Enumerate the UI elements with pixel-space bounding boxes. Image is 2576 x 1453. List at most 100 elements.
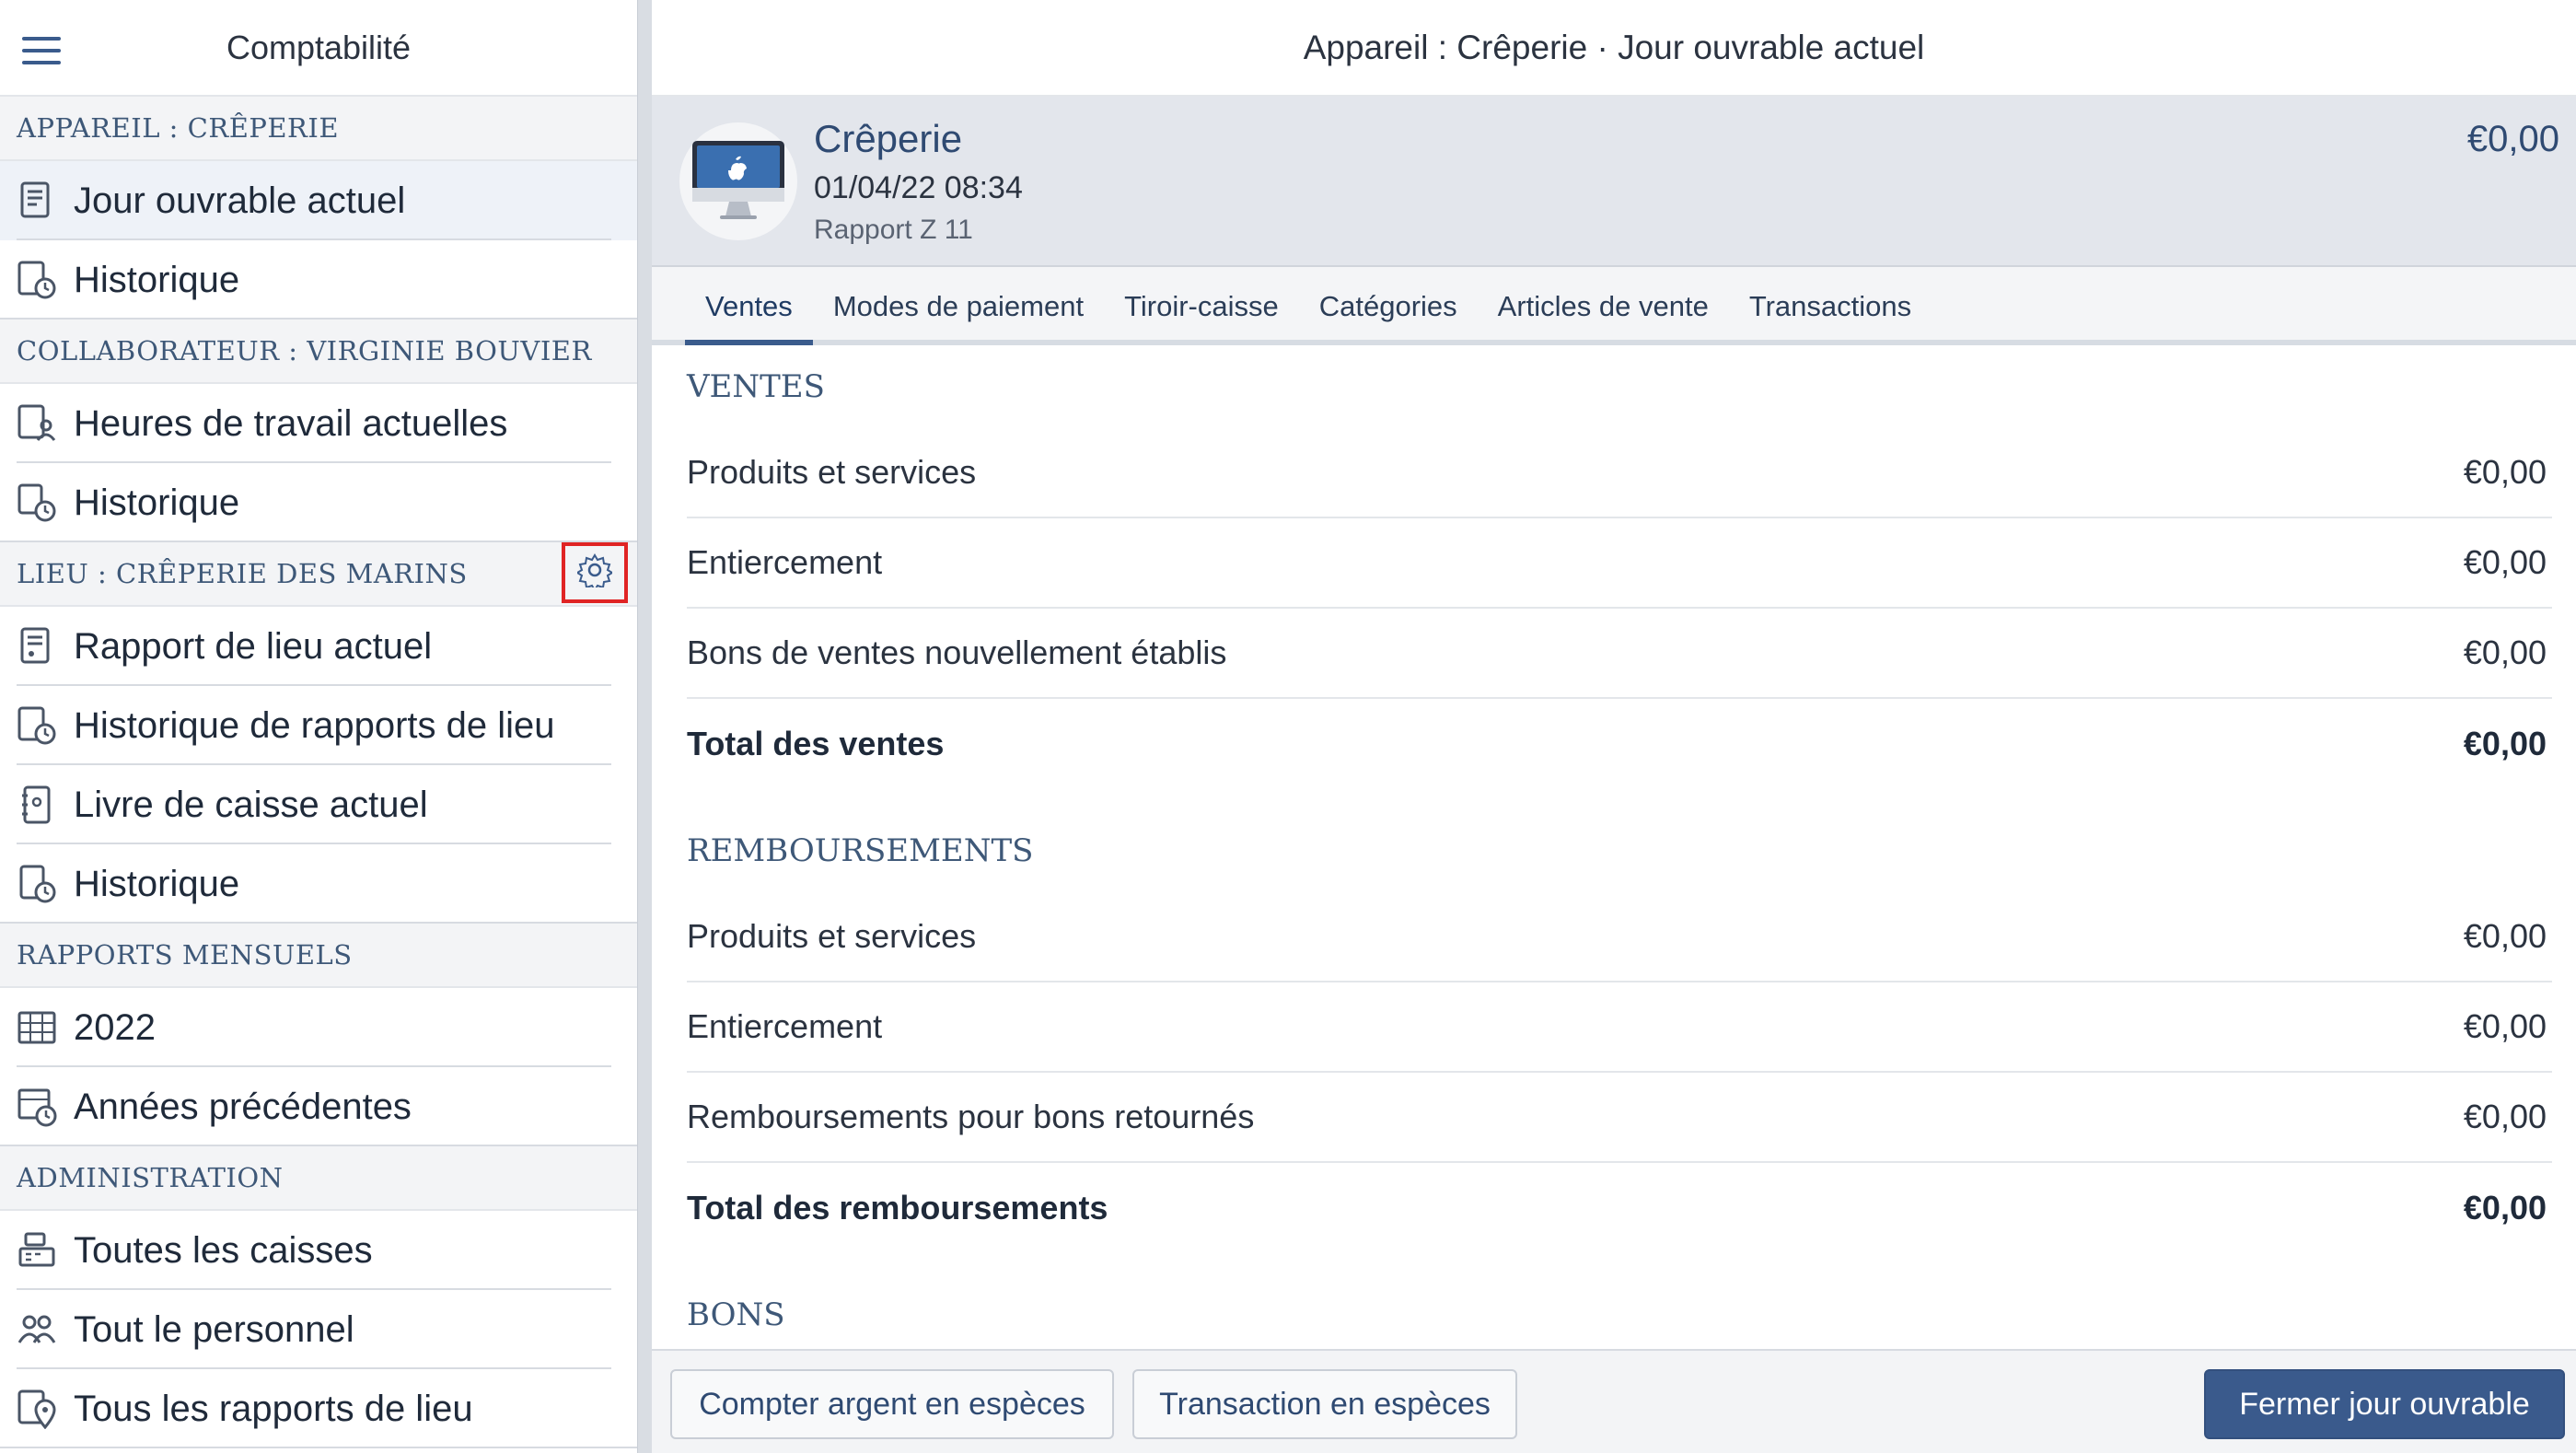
pane-divider[interactable]	[637, 0, 652, 1453]
sidebar-item-label: Rapport de lieu actuel	[74, 625, 433, 667]
close-workday-button[interactable]: Fermer jour ouvrable	[2204, 1369, 2565, 1439]
calendar-icon	[17, 1007, 57, 1048]
sidebar-item-current-workday[interactable]: Jour ouvrable actuel	[0, 161, 637, 240]
group-title-sales: VENTES	[687, 368, 825, 405]
receipt-history-icon	[17, 260, 57, 300]
location-report-icon	[17, 626, 57, 667]
sidebar-item-all-location-reports[interactable]: Tous les rapports de lieu	[0, 1369, 637, 1448]
sidebar-item-current-cashbook[interactable]: Livre de caisse actuel	[0, 765, 637, 844]
report-content[interactable]: VENTES Produits et services €0,00 Entier…	[652, 345, 2576, 1349]
row-label: Bons de ventes nouvellement établis	[687, 634, 1227, 671]
device-header: Crêperie 01/04/22 08:34 Rapport Z 11 €0,…	[652, 97, 2576, 267]
table-row: Produits et services €0,00	[687, 892, 2552, 982]
sidebar-item-current-work-hours[interactable]: Heures de travail actuelles	[0, 384, 637, 463]
sidebar-item-label: Années précédentes	[74, 1086, 412, 1127]
device-amount: €0,00	[2466, 119, 2559, 159]
section-header-device: APPAREIL : CRÊPERIE	[0, 97, 637, 161]
count-cash-button[interactable]: Compter argent en espèces	[670, 1369, 1114, 1439]
sidebar-item-label: Historique	[74, 259, 240, 300]
sidebar-item-label: Tout le personnel	[74, 1308, 354, 1350]
device-report-number: Rapport Z 11	[814, 215, 973, 245]
section-header-location: LIEU : CRÊPERIE DES MARINS	[0, 542, 637, 607]
gear-icon	[575, 552, 614, 594]
sidebar: Comptabilité APPAREIL : CRÊPERIE Jour ou…	[0, 0, 637, 1453]
total-value: €0,00	[2463, 725, 2547, 762]
device-name: Crêperie	[814, 117, 963, 160]
row-label: Remboursements pour bons retournés	[687, 1098, 1255, 1135]
action-bar: Compter argent en espèces Transaction en…	[652, 1349, 2576, 1453]
sidebar-item-all-registers[interactable]: Toutes les caisses	[0, 1211, 637, 1290]
tab-sales[interactable]: Ventes	[685, 273, 813, 345]
sidebar-item-label: Historique	[74, 482, 240, 523]
sidebar-header: Comptabilité	[0, 0, 637, 97]
location-settings-button[interactable]	[562, 542, 628, 603]
total-label: Total des remboursements	[687, 1189, 1108, 1226]
total-label: Total des ventes	[687, 725, 945, 762]
tab-transactions[interactable]: Transactions	[1729, 273, 1932, 345]
section-header-location-label: LIEU : CRÊPERIE DES MARINS	[17, 558, 468, 589]
section-header-administration: ADMINISTRATION	[0, 1146, 637, 1211]
section-header-employee: COLLABORATEUR : VIRGINIE BOUVIER	[0, 320, 637, 384]
tab-categories[interactable]: Catégories	[1299, 273, 1478, 345]
sidebar-item-label: Livre de caisse actuel	[74, 784, 428, 825]
cashbook-icon	[17, 785, 57, 825]
cashbook-history-icon	[17, 864, 57, 904]
row-value: €0,00	[2463, 453, 2547, 491]
sidebar-title: Comptabilité	[226, 28, 412, 66]
location-pin-icon	[17, 1389, 57, 1429]
table-row: Bons de ventes nouvellement établis €0,0…	[687, 609, 2552, 699]
row-value: €0,00	[2463, 634, 2547, 671]
location-history-icon	[17, 705, 57, 746]
tab-sale-items[interactable]: Articles de vente	[1478, 273, 1729, 345]
row-label: Produits et services	[687, 453, 977, 491]
tab-cash-drawer[interactable]: Tiroir-caisse	[1104, 273, 1299, 345]
row-value: €0,00	[2463, 1007, 2547, 1045]
row-value: €0,00	[2463, 543, 2547, 581]
sidebar-item-cashbook-history[interactable]: Historique	[0, 844, 637, 924]
section-header-monthly-reports: RAPPORTS MENSUELS	[0, 924, 637, 988]
sidebar-item-label: Historique	[74, 863, 240, 904]
table-row: Entiercement €0,00	[687, 982, 2552, 1073]
sidebar-item-current-location-report[interactable]: Rapport de lieu actuel	[0, 607, 637, 686]
row-label: Produits et services	[687, 917, 977, 955]
calendar-history-icon	[17, 1087, 57, 1127]
sidebar-item-2022[interactable]: 2022	[0, 988, 637, 1067]
total-value: €0,00	[2463, 1189, 2547, 1226]
imac-icon	[690, 137, 786, 227]
avatar	[679, 122, 797, 240]
main-panel: Appareil : Crêperie · Jour ouvrable actu…	[652, 0, 2576, 1453]
sidebar-item-employee-history[interactable]: Historique	[0, 463, 637, 542]
table-row: Entiercement €0,00	[687, 518, 2552, 609]
receipt-icon	[17, 180, 57, 221]
cash-transaction-button[interactable]: Transaction en espèces	[1132, 1369, 1517, 1439]
table-row: Produits et services €0,00	[687, 428, 2552, 518]
sidebar-item-label: Historique de rapports de lieu	[74, 704, 555, 746]
sidebar-item-location-report-history[interactable]: Historique de rapports de lieu	[0, 686, 637, 765]
sidebar-item-previous-years[interactable]: Années précédentes	[0, 1067, 637, 1146]
row-label: Entiercement	[687, 1007, 883, 1045]
group-title-vouchers: BONS	[687, 1296, 785, 1333]
register-icon	[17, 1230, 57, 1271]
hamburger-menu-icon[interactable]	[22, 37, 61, 64]
row-value: €0,00	[2463, 917, 2547, 955]
sidebar-item-device-history[interactable]: Historique	[0, 240, 637, 320]
tab-payment-methods[interactable]: Modes de paiement	[813, 273, 1104, 345]
total-row: Total des remboursements €0,00	[687, 1163, 2552, 1253]
page-title: Appareil : Crêperie · Jour ouvrable actu…	[652, 0, 2576, 97]
row-value: €0,00	[2463, 1098, 2547, 1135]
sidebar-item-label: Jour ouvrable actuel	[74, 180, 406, 221]
tab-bar: Ventes Modes de paiement Tiroir-caisse C…	[652, 267, 2576, 345]
total-row: Total des ventes €0,00	[687, 699, 2552, 789]
device-datetime: 01/04/22 08:34	[814, 170, 1023, 205]
row-label: Entiercement	[687, 543, 883, 581]
staff-history-icon	[17, 482, 57, 523]
staff-receipt-icon	[17, 403, 57, 444]
people-icon	[17, 1309, 57, 1350]
group-title-refunds: REMBOURSEMENTS	[687, 832, 1034, 869]
sidebar-item-label: Heures de travail actuelles	[74, 402, 508, 444]
sidebar-item-label: 2022	[74, 1006, 156, 1048]
table-row: Remboursements pour bons retournés €0,00	[687, 1073, 2552, 1163]
sidebar-item-label: Toutes les caisses	[74, 1229, 373, 1271]
sidebar-item-all-staff[interactable]: Tout le personnel	[0, 1290, 637, 1369]
sidebar-item-label: Tous les rapports de lieu	[74, 1388, 473, 1429]
